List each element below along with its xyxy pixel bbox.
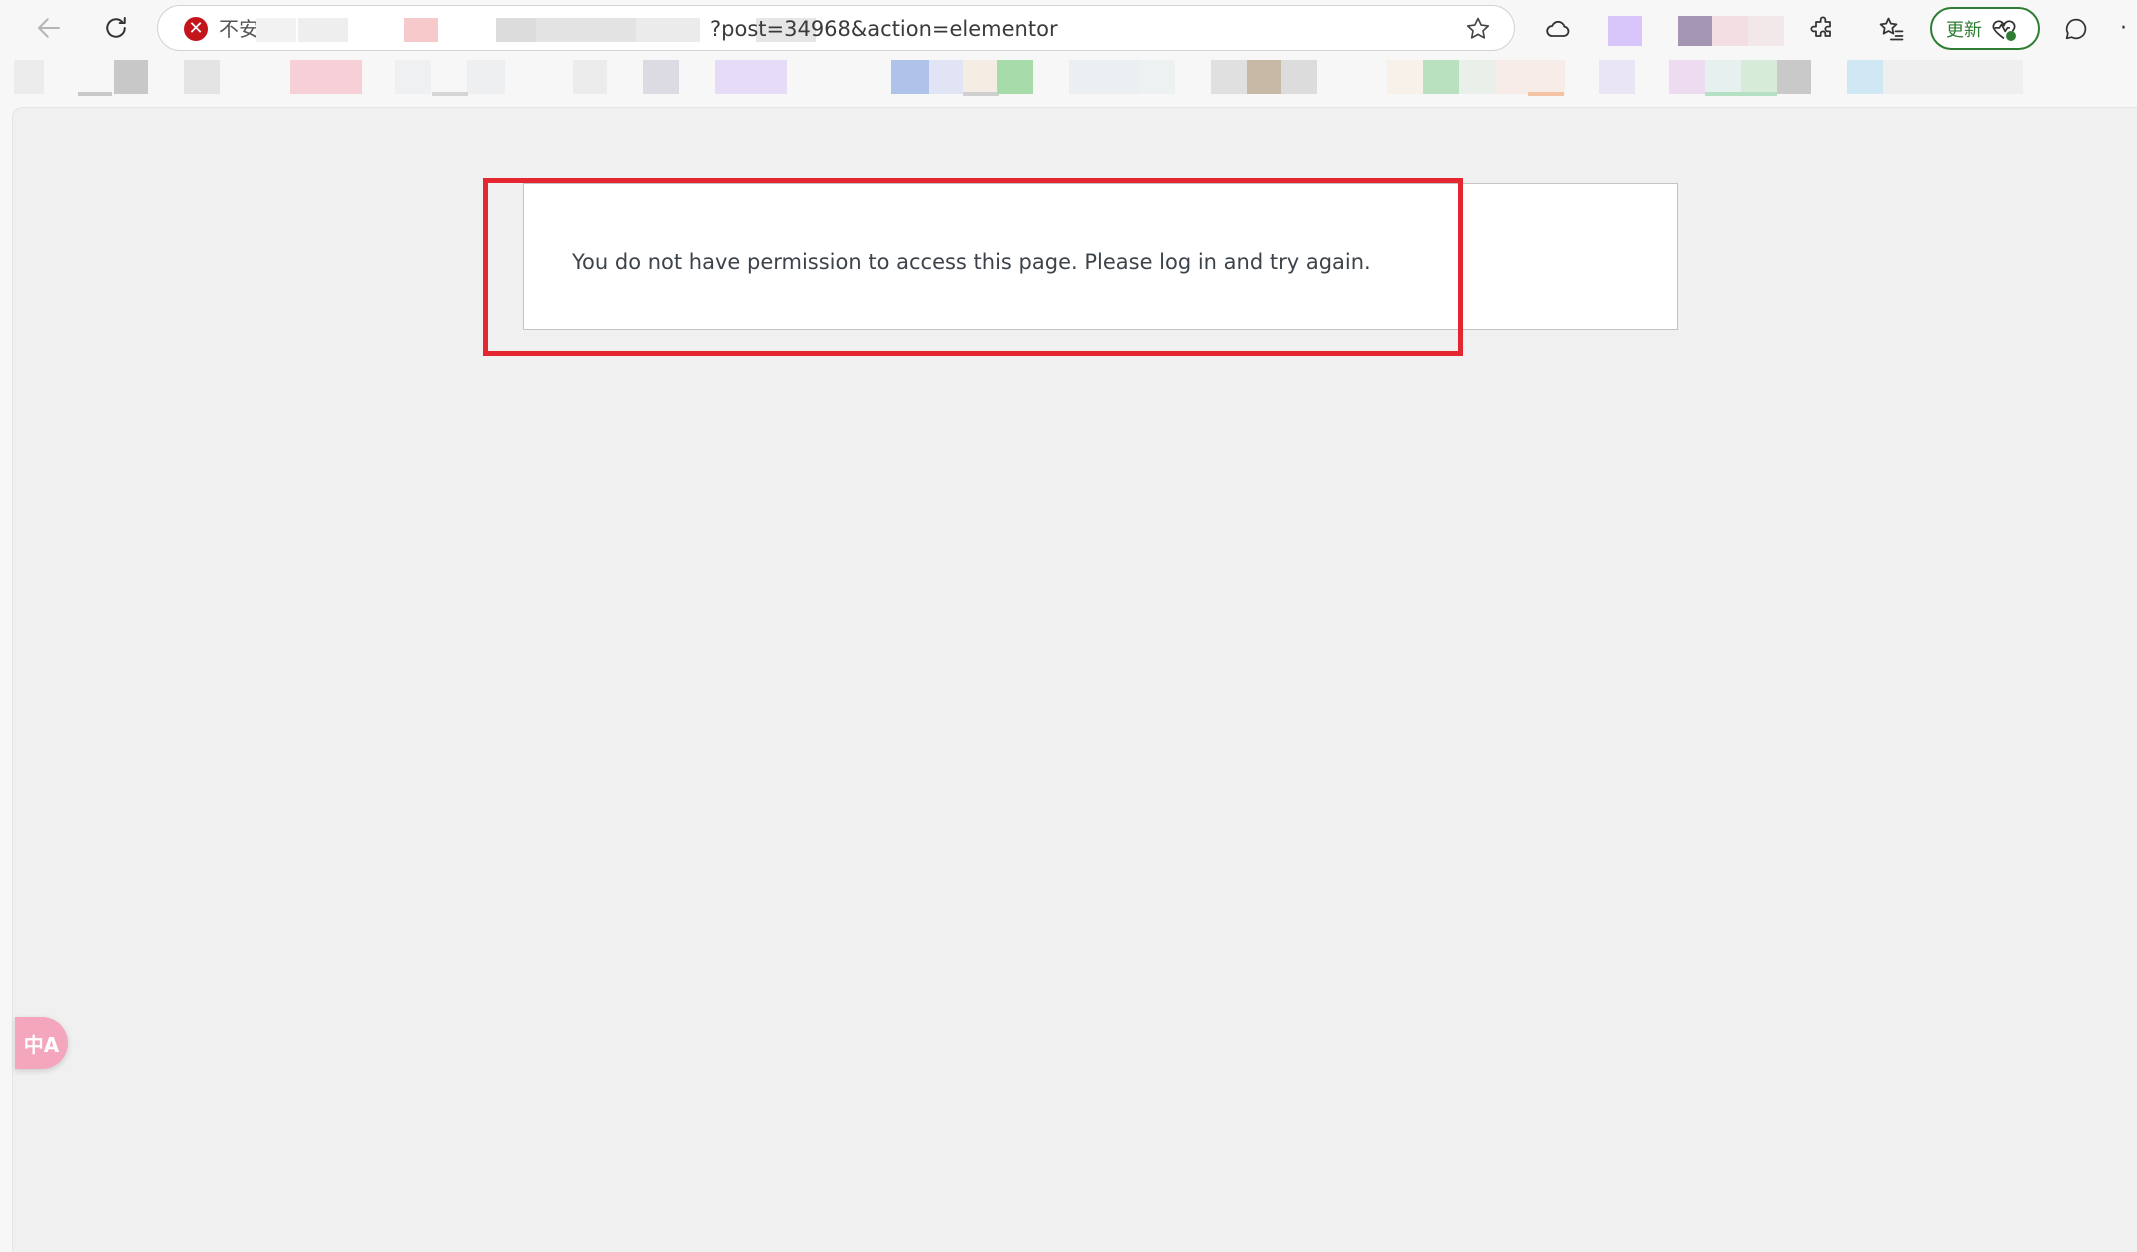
- url-redacted-region: [256, 6, 816, 50]
- arrow-left-icon: [38, 18, 60, 38]
- bookmark-item[interactable]: [1847, 60, 1883, 94]
- puzzle-icon: [1810, 16, 1831, 37]
- bookmark-item[interactable]: [1459, 60, 1495, 94]
- extension-icon[interactable]: [1608, 16, 1642, 46]
- extensions-button[interactable]: [1806, 12, 1840, 46]
- update-button[interactable]: 更新: [1930, 7, 2040, 50]
- reload-button[interactable]: [96, 8, 136, 48]
- chat-icon: [2065, 18, 2087, 40]
- address-bar[interactable]: ✕ 不安 ?post=34968&action=elementor: [157, 5, 1515, 51]
- cloud-button[interactable]: [1541, 12, 1575, 46]
- translate-icon: 中A: [23, 1032, 60, 1057]
- not-secure-icon[interactable]: ✕: [184, 17, 208, 41]
- extension-icon[interactable]: [1748, 16, 1784, 46]
- bookmark-item[interactable]: [1495, 60, 1565, 94]
- back-button[interactable]: [29, 8, 69, 48]
- bookmark-item[interactable]: [467, 60, 505, 94]
- bookmark-item[interactable]: [1777, 60, 1811, 94]
- bookmark-item[interactable]: [929, 60, 963, 94]
- extension-icon[interactable]: [1712, 16, 1748, 46]
- url-text[interactable]: ?post=34968&action=elementor: [710, 17, 1058, 41]
- security-label[interactable]: 不安: [219, 17, 259, 41]
- update-button-label: 更新: [1946, 19, 1982, 41]
- more-icon: ·: [2120, 16, 2127, 41]
- bookmark-item[interactable]: [114, 60, 148, 94]
- translate-button[interactable]: 中A: [15, 1017, 68, 1069]
- bookmark-item[interactable]: [1705, 60, 1741, 94]
- reload-icon: [106, 17, 126, 38]
- star-icon[interactable]: [1464, 15, 1492, 43]
- bookmark-item[interactable]: [184, 60, 220, 94]
- bookmark-item[interactable]: [1211, 60, 1247, 94]
- bookmark-item[interactable]: [643, 60, 679, 94]
- browser-toolbar: ✕ 不安 ?post=34968&action=elementor 更新 ·: [0, 0, 2137, 56]
- bookmark-item[interactable]: [14, 60, 44, 94]
- extension-icon[interactable]: [1678, 16, 1712, 46]
- bookmark-item[interactable]: [891, 60, 929, 94]
- bookmark-item[interactable]: [1387, 60, 1423, 94]
- bookmark-item[interactable]: [1423, 60, 1459, 94]
- heart-pulse-icon: [1992, 19, 2016, 41]
- bookmark-item[interactable]: [290, 60, 362, 94]
- cloud-icon: [1546, 20, 1570, 37]
- copilot-button[interactable]: [2059, 12, 2093, 46]
- bookmark-item[interactable]: [1741, 60, 1777, 94]
- bookmark-item[interactable]: [1669, 60, 1705, 94]
- bookmark-item[interactable]: [715, 60, 787, 94]
- highlight-annotation-box: [483, 178, 1463, 356]
- bookmark-item[interactable]: [1281, 60, 1317, 94]
- page-content: You do not have permission to access thi…: [12, 107, 2137, 1252]
- bookmark-item[interactable]: [963, 60, 997, 94]
- bookmark-item[interactable]: [1069, 60, 1139, 94]
- bookmark-item[interactable]: [1139, 60, 1175, 94]
- bookmark-item[interactable]: [1247, 60, 1281, 94]
- bookmark-item[interactable]: [395, 60, 431, 94]
- bookmark-item[interactable]: [573, 60, 607, 94]
- bookmark-item[interactable]: [1883, 60, 2023, 94]
- favorites-button[interactable]: [1875, 12, 1909, 46]
- bookmarks-bar: [0, 56, 2137, 102]
- favorites-list-icon: [1879, 17, 1904, 41]
- bookmark-item[interactable]: [997, 60, 1033, 94]
- more-button[interactable]: ·: [2120, 12, 2137, 46]
- bookmark-item[interactable]: [1599, 60, 1635, 94]
